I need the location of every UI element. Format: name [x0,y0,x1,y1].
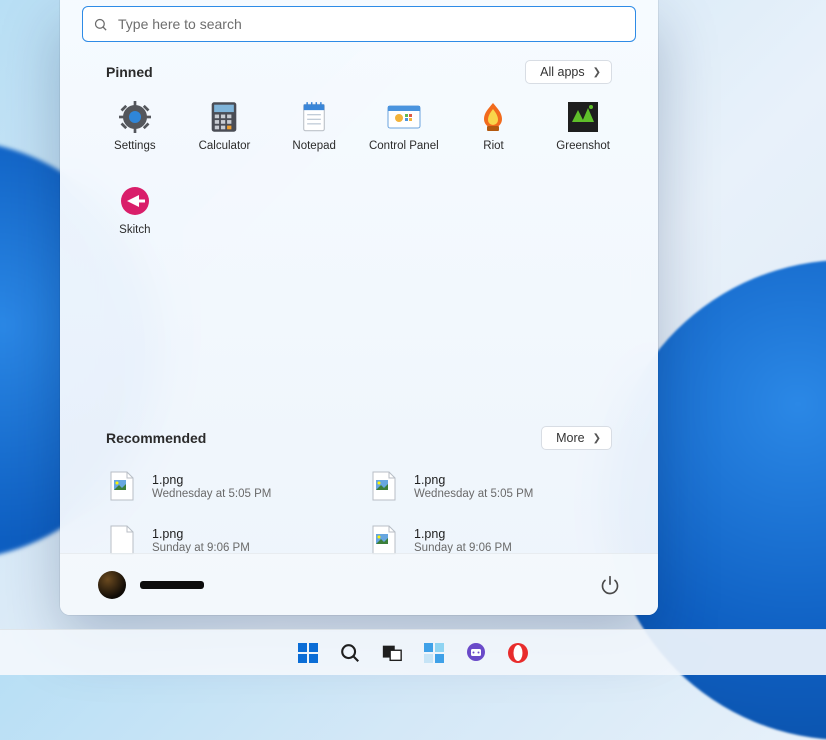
more-label: More [556,431,584,445]
taskbar-task-view-button[interactable] [378,639,406,667]
app-label: Notepad [292,140,335,152]
taskbar [0,629,826,675]
pinned-app-riot[interactable]: Riot [449,96,539,174]
search-icon [93,17,108,32]
recommended-title: Recommended [106,430,206,446]
pinned-app-control-panel[interactable]: Control Panel [359,96,449,174]
taskbar-chat-button[interactable] [462,639,490,667]
file-timestamp: Sunday at 9:06 PM [414,542,512,554]
search-box[interactable] [82,6,636,42]
all-apps-label: All apps [540,65,584,79]
blank-file-icon [106,524,138,556]
taskbar-search-button[interactable] [336,639,364,667]
app-label: Calculator [199,140,251,152]
taskbar-opera-button[interactable] [504,639,532,667]
pinned-app-notepad[interactable]: Notepad [269,96,359,174]
riot-icon [476,100,510,134]
file-name: 1.png [414,473,533,487]
image-file-icon [106,470,138,502]
app-label: Skitch [119,224,150,236]
pinned-app-skitch[interactable]: Skitch [90,180,180,258]
control-panel-icon [387,100,421,134]
file-name: 1.png [414,527,512,541]
pinned-app-calculator[interactable]: Calculator [180,96,270,174]
image-file-icon [368,524,400,556]
file-name: 1.png [152,527,250,541]
file-name: 1.png [152,473,271,487]
file-timestamp: Wednesday at 5:05 PM [414,488,533,500]
chevron-right-icon: ❯ [593,433,601,444]
pinned-app-settings[interactable]: Settings [90,96,180,174]
file-timestamp: Wednesday at 5:05 PM [152,488,271,500]
app-label: Settings [114,140,156,152]
app-label: Control Panel [369,140,439,152]
taskbar-widgets-button[interactable] [420,639,448,667]
pinned-header: Pinned All apps ❯ [60,60,658,84]
pinned-app-greenshot[interactable]: Greenshot [538,96,628,174]
chevron-right-icon: ❯ [593,67,601,78]
all-apps-button[interactable]: All apps ❯ [525,60,612,84]
start-footer [60,553,658,615]
avatar [98,571,126,599]
more-button[interactable]: More ❯ [541,426,612,450]
recommended-grid: 1.png Wednesday at 5:05 PM 1.png Wednesd… [60,450,658,560]
start-menu: Pinned All apps ❯ Settings Calculator No… [60,0,658,615]
pinned-title: Pinned [106,64,153,80]
file-timestamp: Sunday at 9:06 PM [152,542,250,554]
user-name-redacted [140,581,204,589]
recommended-item[interactable]: 1.png Wednesday at 5:05 PM [100,466,356,506]
pinned-grid: Settings Calculator Notepad Control Pane… [60,84,658,258]
power-button[interactable] [600,575,620,595]
notepad-icon [297,100,331,134]
settings-icon [118,100,152,134]
user-account-button[interactable] [98,571,204,599]
skitch-icon [118,184,152,218]
recommended-item[interactable]: 1.png Wednesday at 5:05 PM [362,466,618,506]
greenshot-icon [566,100,600,134]
taskbar-start-button[interactable] [294,639,322,667]
image-file-icon [368,470,400,502]
app-label: Riot [483,140,503,152]
recommended-header: Recommended More ❯ [60,426,658,450]
app-label: Greenshot [556,140,610,152]
calculator-icon [207,100,241,134]
search-input[interactable] [118,16,625,32]
